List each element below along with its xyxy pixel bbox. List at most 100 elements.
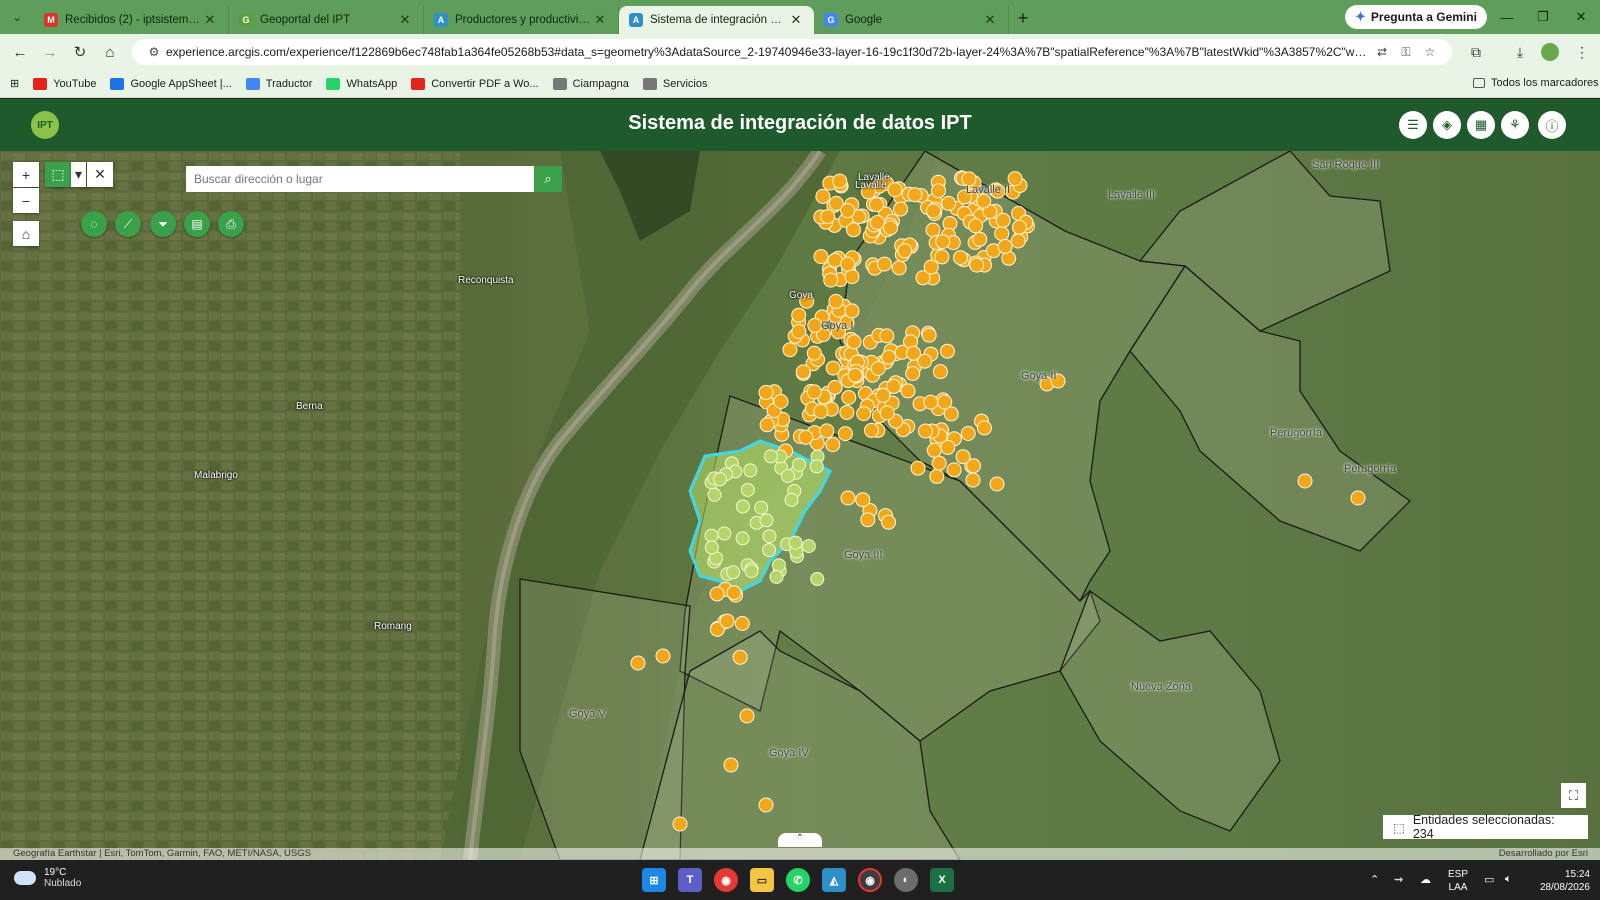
- productor-point[interactable]: [875, 387, 891, 403]
- productor-point[interactable]: [879, 328, 895, 344]
- selected-point[interactable]: [704, 528, 719, 543]
- productor-point[interactable]: [870, 361, 886, 376]
- productor-point[interactable]: [840, 256, 856, 272]
- browser-tab[interactable]: A Productores y productividad ✕: [424, 6, 619, 34]
- tab-search-icon[interactable]: ⌄: [0, 0, 34, 34]
- productor-point[interactable]: [739, 708, 755, 724]
- productor-point[interactable]: [946, 462, 962, 478]
- system-clock[interactable]: 15:24 28/08/2026: [1528, 868, 1590, 894]
- restore-icon[interactable]: ❐: [1528, 6, 1558, 28]
- bookmark-item[interactable]: YouTube: [33, 77, 96, 90]
- productor-point[interactable]: [847, 367, 863, 383]
- all-bookmarks-folder[interactable]: Todos los marcadores: [1473, 77, 1599, 89]
- measure-tool-icon[interactable]: ⟋: [115, 211, 141, 237]
- productor-point[interactable]: [883, 220, 898, 236]
- filter-tool-icon[interactable]: ⏷: [150, 211, 176, 237]
- volume-icon[interactable]: 🔈︎: [1505, 873, 1512, 886]
- fullscreen-button[interactable]: ⛶: [1561, 783, 1586, 808]
- productor-point[interactable]: [773, 394, 789, 409]
- selected-point[interactable]: [726, 565, 741, 580]
- productor-point[interactable]: [759, 417, 775, 433]
- productor-point[interactable]: [989, 476, 1005, 492]
- selected-point[interactable]: [759, 513, 774, 528]
- productor-point[interactable]: [719, 613, 735, 629]
- productor-point[interactable]: [1350, 490, 1366, 506]
- zoom-in-button[interactable]: +: [13, 162, 39, 187]
- bookmark-item[interactable]: Traductor: [245, 77, 312, 90]
- productor-point[interactable]: [815, 188, 831, 204]
- productor-point[interactable]: [893, 201, 909, 217]
- address-bar[interactable]: ⚙ experience.arcgis.com/experience/f1228…: [132, 39, 1452, 65]
- expand-panel-button[interactable]: ⌃: [778, 833, 822, 847]
- excel-icon[interactable]: X: [930, 868, 954, 892]
- reload-icon[interactable]: ↻: [66, 38, 94, 66]
- selected-point[interactable]: [769, 569, 784, 584]
- productor-point[interactable]: [798, 429, 814, 445]
- selected-point[interactable]: [762, 543, 777, 557]
- productor-point[interactable]: [841, 390, 857, 405]
- language-indicator[interactable]: ESP LAA: [1448, 868, 1468, 894]
- productor-point[interactable]: [881, 514, 896, 530]
- productor-point[interactable]: [732, 649, 748, 665]
- productor-point[interactable]: [995, 212, 1011, 228]
- selected-point[interactable]: [810, 572, 825, 586]
- map-view[interactable]: Reconquista Berna Malabrigo Romang Goya …: [0, 151, 1600, 860]
- productor-point[interactable]: [881, 349, 897, 365]
- selected-point[interactable]: [792, 457, 807, 472]
- translate-icon[interactable]: ⇄: [1370, 45, 1394, 59]
- minimize-icon[interactable]: —: [1492, 6, 1522, 28]
- productor-point[interactable]: [655, 648, 671, 664]
- productor-point[interactable]: [846, 334, 862, 350]
- table-tool-icon[interactable]: ▤: [184, 211, 210, 237]
- app-icon[interactable]: ◐: [894, 868, 918, 892]
- browser-tab[interactable]: M Recibidos (2) - iptsistema@gm...✕: [34, 6, 229, 34]
- chrome-icon[interactable]: ◉: [714, 868, 738, 892]
- gemini-button[interactable]: ✦ Pregunta a Gemini: [1345, 5, 1487, 29]
- productor-point[interactable]: [969, 257, 985, 273]
- basemap-gallery-icon[interactable]: ▦: [1467, 111, 1495, 139]
- productor-point[interactable]: [840, 203, 856, 219]
- productor-point[interactable]: [1297, 473, 1313, 489]
- back-icon[interactable]: ←: [6, 38, 34, 66]
- selected-point[interactable]: [809, 459, 824, 474]
- productor-point[interactable]: [972, 231, 988, 247]
- productor-point[interactable]: [932, 364, 948, 380]
- productor-point[interactable]: [864, 422, 879, 438]
- selected-point[interactable]: [740, 482, 755, 497]
- selected-point[interactable]: [784, 492, 799, 507]
- selected-point[interactable]: [788, 535, 803, 550]
- productor-point[interactable]: [795, 364, 811, 380]
- selected-count-badge[interactable]: ⬚ Entidades seleccionadas: 234: [1383, 813, 1588, 841]
- zoom-out-button[interactable]: −: [13, 188, 39, 213]
- layers-icon[interactable]: ◈: [1433, 111, 1461, 139]
- bookmark-item[interactable]: Convertir PDF a Wo...: [411, 77, 539, 90]
- weather-widget[interactable]: 19°C Nublado: [14, 867, 81, 889]
- search-input[interactable]: [186, 166, 534, 192]
- productor-point[interactable]: [806, 345, 822, 361]
- productor-point[interactable]: [960, 426, 976, 441]
- productor-point[interactable]: [923, 394, 939, 410]
- productor-point[interactable]: [994, 226, 1010, 241]
- selected-point[interactable]: [707, 487, 722, 502]
- selected-point[interactable]: [735, 531, 750, 546]
- productor-point[interactable]: [791, 307, 807, 323]
- tray-chevron-icon[interactable]: ⌃: [1370, 873, 1379, 886]
- productor-point[interactable]: [997, 238, 1013, 254]
- selected-point[interactable]: [743, 463, 758, 478]
- password-key-icon[interactable]: ⚿: [1394, 45, 1418, 60]
- windows-start-icon[interactable]: ⊞: [642, 868, 666, 892]
- tray-app-icon[interactable]: ⇝: [1394, 873, 1403, 886]
- onedrive-icon[interactable]: ☁: [1420, 873, 1431, 886]
- clear-selection-icon[interactable]: ✕: [87, 162, 113, 187]
- productor-point[interactable]: [1010, 233, 1026, 249]
- url-text[interactable]: experience.arcgis.com/experience/f122869…: [166, 45, 1370, 59]
- productor-point[interactable]: [941, 195, 957, 211]
- productor-point[interactable]: [926, 442, 942, 458]
- chrome-active-icon[interactable]: ◉: [858, 868, 882, 892]
- selected-point[interactable]: [744, 564, 759, 579]
- productor-point[interactable]: [828, 293, 844, 309]
- productor-point[interactable]: [827, 252, 843, 268]
- productor-point[interactable]: [906, 345, 921, 361]
- productor-point[interactable]: [860, 512, 876, 528]
- teams-icon[interactable]: T: [678, 868, 702, 892]
